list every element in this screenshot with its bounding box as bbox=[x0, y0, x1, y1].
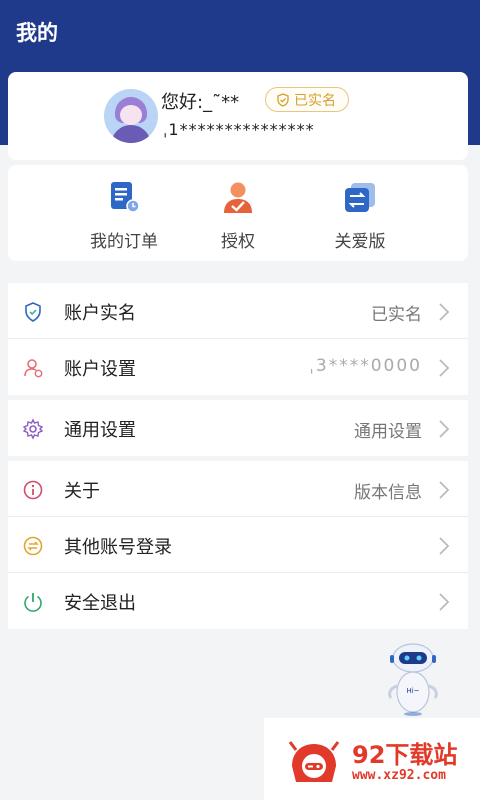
chevron-right-icon bbox=[439, 537, 450, 555]
switch-account-icon bbox=[23, 536, 43, 556]
misc-group: 关于 版本信息 其他账号登录 安全退出 bbox=[8, 461, 468, 629]
care-mode-icon bbox=[345, 183, 375, 212]
menu-row-label: 安全退出 bbox=[64, 593, 136, 614]
menu-row-value: 通用设置 bbox=[354, 422, 422, 442]
page-title: 我的 bbox=[16, 21, 58, 45]
order-icon bbox=[111, 182, 140, 213]
quick-action-label: 授权 bbox=[221, 232, 255, 252]
chevron-right-icon bbox=[439, 593, 450, 611]
menu-row-label: 关于 bbox=[64, 481, 100, 502]
menu-row-account-settings[interactable]: 账户设置 ˌ3****0000 bbox=[8, 339, 468, 395]
verified-badge: 已实名 bbox=[265, 87, 349, 112]
info-icon bbox=[23, 480, 43, 500]
watermark-url: www.xz92.com bbox=[352, 768, 446, 783]
quick-action-label: 我的订单 bbox=[90, 232, 158, 252]
verified-badge-label: 已实名 bbox=[294, 92, 336, 109]
quick-action-care-mode[interactable]: 关爱版 bbox=[300, 179, 420, 252]
phone-number: ˌ1*************** bbox=[163, 120, 315, 139]
chevron-right-icon bbox=[439, 303, 450, 321]
quick-action-authorize[interactable]: 授权 bbox=[178, 179, 298, 252]
watermark-logo-icon bbox=[288, 741, 340, 782]
quick-action-label: 关爱版 bbox=[334, 232, 386, 252]
assistant-robot-icon[interactable]: Hi~ bbox=[382, 642, 444, 718]
quick-actions-card: 我的订单 授权 关爱版 bbox=[8, 165, 468, 261]
menu-row-label: 账户设置 bbox=[64, 359, 136, 380]
menu-row-label: 通用设置 bbox=[64, 420, 136, 441]
menu-row-label: 账户实名 bbox=[64, 303, 136, 324]
avatar[interactable] bbox=[104, 89, 158, 143]
menu-row-value: ˌ3****0000 bbox=[309, 356, 422, 376]
gear-icon bbox=[22, 418, 44, 440]
user-settings-icon bbox=[24, 359, 43, 378]
menu-row-logout[interactable]: 安全退出 bbox=[8, 573, 468, 629]
power-icon bbox=[24, 593, 42, 612]
greeting-text: 您好:_˜** bbox=[161, 92, 240, 113]
robot-greeting: Hi~ bbox=[406, 687, 419, 695]
watermark-title: 92下载站 bbox=[352, 741, 458, 769]
chevron-right-icon bbox=[439, 481, 450, 499]
chevron-right-icon bbox=[439, 420, 450, 438]
menu-row-other-login[interactable]: 其他账号登录 bbox=[8, 517, 468, 573]
menu-row-value: 已实名 bbox=[371, 305, 422, 325]
menu-row-value: 版本信息 bbox=[354, 483, 422, 503]
authorize-icon bbox=[224, 182, 252, 213]
menu-row-general-settings[interactable]: 通用设置 通用设置 bbox=[8, 400, 468, 456]
shield-icon bbox=[25, 302, 41, 322]
menu-row-about[interactable]: 关于 版本信息 bbox=[8, 461, 468, 517]
profile-card[interactable]: 您好:_˜** 已实名 ˌ1*************** bbox=[8, 72, 468, 160]
menu-row-account-verify[interactable]: 账户实名 已实名 bbox=[8, 283, 468, 339]
shield-check-icon bbox=[277, 92, 289, 107]
quick-action-orders[interactable]: 我的订单 bbox=[64, 179, 184, 252]
general-group: 通用设置 通用设置 bbox=[8, 400, 468, 456]
chevron-right-icon bbox=[439, 359, 450, 377]
menu-row-label: 其他账号登录 bbox=[64, 537, 172, 558]
watermark: 92下载站 www.xz92.com bbox=[264, 718, 480, 800]
account-group: 账户实名 已实名 账户设置 ˌ3****0000 bbox=[8, 283, 468, 395]
